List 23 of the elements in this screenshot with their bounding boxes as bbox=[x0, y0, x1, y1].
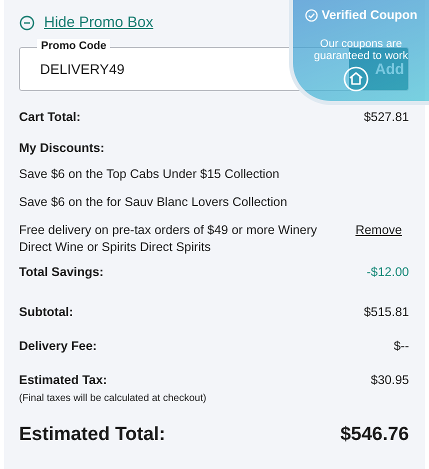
summary-label: Cart Total: bbox=[19, 110, 81, 124]
badge-title: Verified Coupon bbox=[322, 8, 418, 22]
summary-value: $30.95 bbox=[370, 373, 409, 387]
discount-text: Save $6 on the for Sauv Blanc Lovers Collection bbox=[19, 194, 288, 211]
summary-value: $-- bbox=[394, 339, 409, 353]
savings-value: -$12.00 bbox=[366, 265, 409, 279]
summary-label: Delivery Fee: bbox=[19, 339, 97, 353]
home-icon bbox=[343, 66, 369, 92]
discount-text: Save $6 on the Top Cabs Under $15 Collection bbox=[19, 166, 280, 183]
summary-value: $527.81 bbox=[364, 110, 409, 124]
summary-label: Estimated Tax: bbox=[19, 373, 107, 387]
tax-note: (Final taxes will be calculated at checkout) bbox=[19, 393, 208, 404]
remove-link[interactable]: Remove bbox=[355, 222, 409, 239]
summary-label: Total Savings: bbox=[19, 265, 104, 279]
total-label: Estimated Total: bbox=[19, 424, 166, 446]
collapse-icon[interactable] bbox=[19, 14, 35, 30]
summary-value: $515.81 bbox=[364, 305, 409, 319]
total-value: $546.76 bbox=[340, 424, 409, 446]
hide-promo-link[interactable]: Hide Promo Box bbox=[44, 14, 154, 31]
discounts-heading: My Discounts: bbox=[19, 141, 106, 155]
summary-label: Subtotal: bbox=[19, 305, 74, 319]
check-icon bbox=[304, 8, 318, 22]
discount-text: Free delivery on pre-tax orders of $49 or more Winery Direct Wine or Spirits Direct Spirits bbox=[19, 222, 318, 256]
